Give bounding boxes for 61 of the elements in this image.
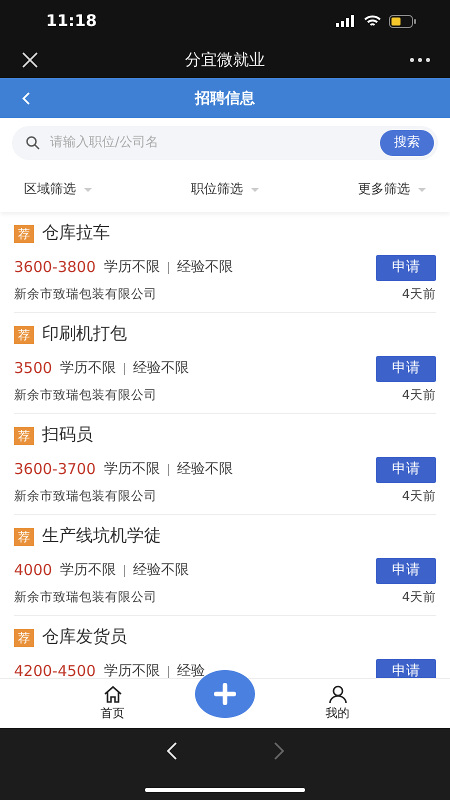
tab-button[interactable]: 我的	[326, 685, 350, 722]
caret-icon	[84, 188, 92, 192]
education-text: 学历不限	[104, 460, 160, 479]
search-field[interactable]: 请输入职位/公司名 搜索	[12, 126, 438, 160]
experience-text: 经验	[176, 662, 205, 678]
apply-button[interactable]: 申请	[376, 254, 436, 280]
back-icon[interactable]	[167, 742, 177, 760]
close-icon[interactable]	[22, 52, 38, 68]
posted-time: 4天前	[402, 386, 436, 404]
education-text: 学历不限	[60, 561, 116, 580]
apply-button[interactable]: 申请	[376, 356, 436, 382]
app-title: 分宜微就业	[185, 49, 265, 71]
profile-icon	[328, 685, 348, 704]
plus-icon	[214, 683, 236, 705]
filter-dropdown[interactable]: 职位筛选	[191, 180, 259, 200]
experience-text: 经验不限	[176, 258, 233, 277]
job-title[interactable]: 仓库发货员	[42, 625, 127, 650]
recommend-tag: 荐	[14, 426, 34, 445]
education-text: 学历不限	[104, 258, 160, 277]
salary-text: 3500	[14, 358, 52, 380]
experience-text: 经验不限	[133, 561, 190, 580]
tab-button[interactable]: 首页	[100, 685, 124, 722]
signal-icon	[336, 15, 356, 27]
salary-text: 3600-3800	[14, 257, 96, 278]
caret-icon	[251, 188, 259, 192]
salary-text: 4000	[14, 560, 52, 582]
recommend-tag: 荐	[14, 628, 34, 647]
job-title[interactable]: 印刷机打包	[42, 322, 127, 348]
company-name: 新余市致瑞包装有限公司	[14, 386, 157, 404]
recommend-tag: 荐	[14, 326, 34, 344]
job-title[interactable]: 生产线坑机学徒	[42, 524, 161, 550]
more-icon[interactable]	[410, 58, 430, 62]
filter-dropdown[interactable]: 更多筛选	[358, 180, 426, 200]
page-title: 招聘信息	[195, 88, 255, 109]
company-name: 新余市致瑞包装有限公司	[14, 588, 157, 606]
battery-icon	[389, 14, 416, 28]
apply-button[interactable]: 申请	[376, 456, 436, 482]
salary-text: 4200-4500	[14, 661, 96, 678]
filter-dropdown[interactable]: 区域筛选	[24, 180, 92, 200]
status-time: 11:18	[46, 10, 97, 32]
experience-text: 经验不限	[176, 460, 233, 479]
company-name: 新余市致瑞包装有限公司	[14, 486, 157, 504]
apply-button[interactable]: 申请	[376, 658, 436, 678]
education-text: 学历不限	[60, 359, 116, 378]
search-icon	[26, 136, 40, 150]
home-icon	[102, 685, 122, 704]
salary-text: 3600-3700	[14, 459, 96, 480]
wifi-icon	[364, 15, 381, 27]
caret-icon	[418, 188, 426, 192]
posted-time: 4天前	[402, 486, 436, 504]
search-button[interactable]: 搜索	[380, 130, 434, 156]
education-text: 学历不限	[104, 662, 160, 678]
recommend-tag: 荐	[14, 224, 34, 243]
job-title[interactable]: 仓库拉车	[42, 221, 110, 246]
company-name: 新余市致瑞包装有限公司	[14, 284, 157, 302]
experience-text: 经验不限	[133, 359, 190, 378]
recommend-tag: 荐	[14, 528, 34, 546]
job-title[interactable]: 扫码员	[42, 423, 93, 448]
apply-button[interactable]: 申请	[376, 558, 436, 584]
posted-time: 4天前	[402, 588, 436, 606]
posted-time: 4天前	[402, 284, 436, 302]
